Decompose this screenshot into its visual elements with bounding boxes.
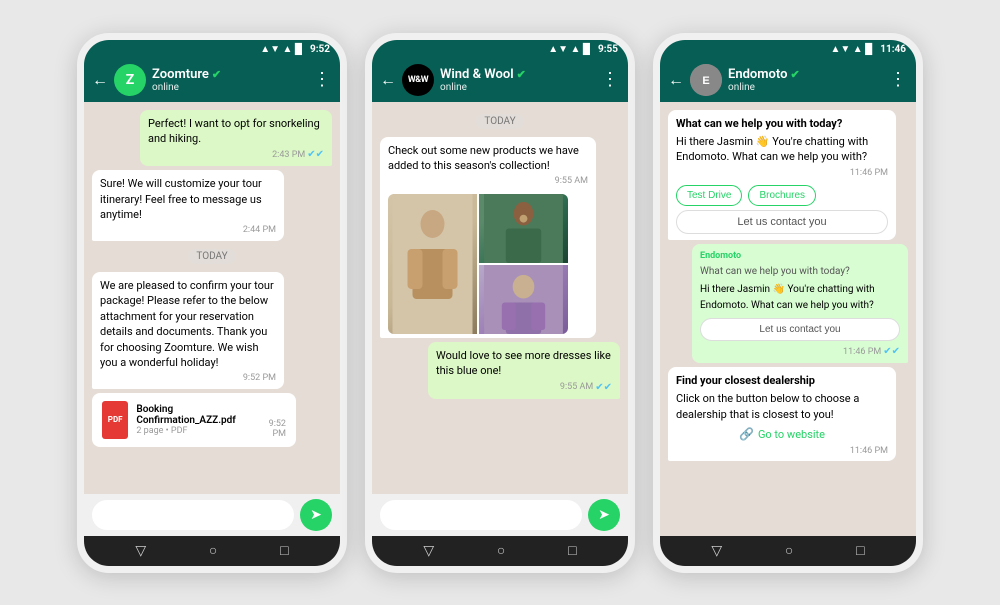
send-icon-2: ➤ (598, 507, 610, 523)
phone-zoomture: ▲▼ ▲ █ 9:52 ← Z Zoomture ✔ online ⋮ Perf… (77, 33, 347, 573)
fashion-image-grid (388, 194, 568, 334)
nav-back-3[interactable]: ▽ (711, 543, 722, 559)
let-us-contact-btn-2[interactable]: Let us contact you (700, 318, 900, 341)
msg-title-dealership: Find your closest dealership (676, 373, 888, 388)
avatar-1: Z (114, 64, 146, 96)
header-info-1: Zoomture ✔ online (152, 67, 307, 93)
nav-bar-1: ▽ ○ □ (84, 536, 340, 566)
test-drive-btn[interactable]: Test Drive (676, 185, 742, 206)
status-bar-3: ▲▼ ▲ █ 11:46 (660, 40, 916, 58)
chat-body-2: TODAY Check out some new products we hav… (372, 102, 628, 494)
brochures-btn[interactable]: Brochures (748, 185, 816, 206)
pdf-info-1: Booking Confirmation_AZZ.pdf 2 page • PD… (136, 404, 250, 436)
phone-endomoto: ▲▼ ▲ █ 11:46 ← E Endomoto ✔ online ⋮ Wha… (653, 33, 923, 573)
msg-in-with-image: Check out some new products we have adde… (380, 137, 596, 338)
send-button-2[interactable]: ➤ (588, 499, 620, 531)
msg-title-1: What can we help you with today? (676, 116, 888, 131)
chat-input-2[interactable] (380, 500, 582, 530)
nav-home-2[interactable]: ○ (497, 542, 505, 559)
status-icons-1: ▲▼ ▲ █ (260, 44, 302, 55)
msg-time-1: 2:43 PM ✔✔ (148, 148, 324, 162)
msg-out-1: Perfect! I want to opt for snorkeling an… (140, 110, 332, 167)
time-2: 9:55 (598, 44, 618, 55)
chat-input-1[interactable] (92, 500, 294, 530)
status-bar-1: ▲▼ ▲ █ 9:52 (84, 40, 340, 58)
fashion-img-3 (479, 265, 568, 334)
phone-windwool: ▲▼ ▲ █ 9:55 ← W&W Wind & Wool ✔ online ⋮… (365, 33, 635, 573)
back-button-2[interactable]: ← (380, 70, 396, 90)
verified-icon-2: ✔ (517, 68, 526, 81)
send-button-1[interactable]: ➤ (300, 499, 332, 531)
header-info-3: Endomoto ✔ online (728, 67, 883, 93)
msg-in-1: Sure! We will customize your tour itiner… (92, 170, 284, 241)
time-3: 11:46 (880, 44, 906, 55)
menu-btn-2[interactable]: ⋮ (601, 69, 620, 90)
fashion-img-1 (388, 194, 477, 334)
time-1: 9:52 (310, 44, 330, 55)
menu-btn-3[interactable]: ⋮ (889, 69, 908, 90)
msg-in-2: We are pleased to confirm your tour pack… (92, 272, 284, 389)
ticks-3: ✔✔ (883, 345, 900, 359)
nav-back-2[interactable]: ▽ (423, 543, 434, 559)
nav-home-3[interactable]: ○ (785, 542, 793, 559)
pdf-attachment-1[interactable]: PDF Booking Confirmation_AZZ.pdf 2 page … (92, 393, 296, 447)
contact-name-2: Wind & Wool ✔ (440, 67, 595, 82)
nav-recent-1[interactable]: □ (280, 542, 288, 559)
let-us-contact-btn-1[interactable]: Let us contact you (676, 210, 888, 234)
back-button-1[interactable]: ← (92, 70, 108, 90)
status-icons-3: ▲▼ ▲ █ (830, 44, 872, 55)
fashion-img-2 (479, 194, 568, 263)
contact-name-1: Zoomture ✔ (152, 67, 307, 82)
bot-sender-label: Endomoto (700, 250, 900, 263)
date-divider-2: TODAY (476, 114, 523, 129)
nav-recent-2[interactable]: □ (568, 542, 576, 559)
link-icon: 🔗 (739, 426, 754, 443)
nav-bar-3: ▽ ○ □ (660, 536, 916, 566)
avatar-2: W&W (402, 64, 434, 96)
svg-text:E: E (702, 75, 709, 87)
ticks-2: ✔✔ (595, 381, 612, 395)
contact-status-2: online (440, 82, 595, 93)
nav-home-1[interactable]: ○ (209, 542, 217, 559)
msg-dealership: Find your closest dealership Click on th… (668, 367, 896, 462)
msg-bot-reply: Endomoto What can we help you with today… (692, 244, 908, 363)
contact-name-3: Endomoto ✔ (728, 67, 883, 82)
chat-header-3: ← E Endomoto ✔ online ⋮ (660, 58, 916, 102)
contact-status-3: online (728, 82, 883, 93)
chat-input-bar-2: ➤ (372, 494, 628, 536)
nav-recent-3[interactable]: □ (856, 542, 864, 559)
nav-back-1[interactable]: ▽ (135, 543, 146, 559)
quick-reply-row: Test Drive Brochures (676, 185, 888, 206)
chat-body-1: Perfect! I want to opt for snorkeling an… (84, 102, 340, 494)
ticks-1: ✔✔ (307, 148, 324, 162)
chat-body-3: What can we help you with today? Hi ther… (660, 102, 916, 536)
chat-header-1: ← Z Zoomture ✔ online ⋮ (84, 58, 340, 102)
chat-input-bar-1: ➤ (84, 494, 340, 536)
verified-icon-3: ✔ (790, 68, 799, 81)
nav-bar-2: ▽ ○ □ (372, 536, 628, 566)
pdf-icon-1: PDF (102, 401, 128, 439)
contact-status-1: online (152, 82, 307, 93)
status-bar-2: ▲▼ ▲ █ 9:55 (372, 40, 628, 58)
msg-out-2: Would love to see more dresses like this… (428, 342, 620, 399)
verified-icon-1: ✔ (212, 68, 221, 81)
avatar-3: E (690, 64, 722, 96)
send-icon-1: ➤ (310, 507, 322, 523)
back-button-3[interactable]: ← (668, 70, 684, 90)
go-to-website-btn[interactable]: 🔗 Go to website (676, 426, 888, 443)
chat-header-2: ← W&W Wind & Wool ✔ online ⋮ (372, 58, 628, 102)
status-icons-2: ▲▼ ▲ █ (548, 44, 590, 55)
menu-btn-1[interactable]: ⋮ (313, 69, 332, 90)
date-divider-1: TODAY (188, 249, 235, 264)
msg-rich-1: What can we help you with today? Hi ther… (668, 110, 896, 241)
header-info-2: Wind & Wool ✔ online (440, 67, 595, 93)
bot-reply-title: What can we help you with today? (700, 265, 900, 279)
